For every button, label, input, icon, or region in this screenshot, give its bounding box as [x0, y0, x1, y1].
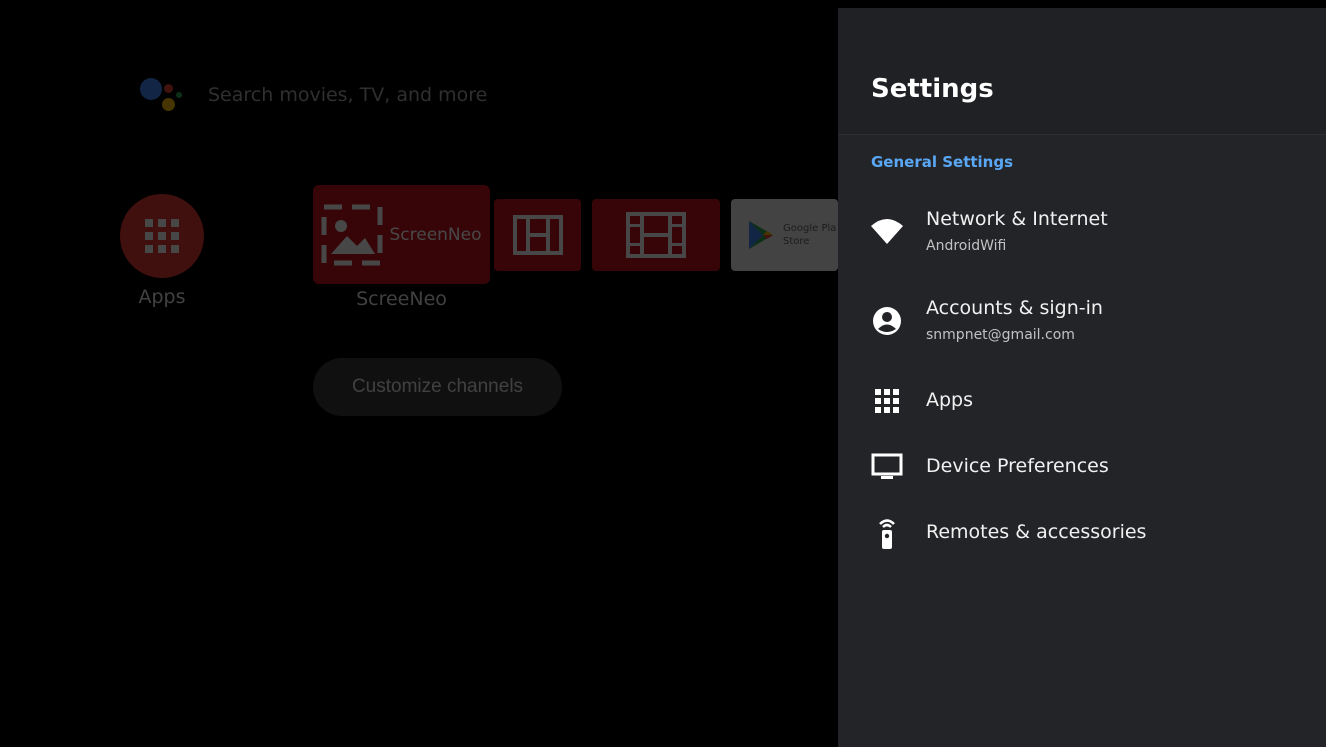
apps-grid-icon [145, 219, 179, 253]
tile-logo-text: ScreenNeo [389, 224, 482, 245]
screenneo-tile[interactable]: ScreenNeo [313, 185, 490, 284]
google-play-store-tile[interactable]: Google Pla Store [731, 199, 838, 271]
settings-item-label: Apps [926, 389, 974, 411]
remote-icon [869, 515, 905, 551]
settings-item-network[interactable]: Network & Internet AndroidWifi [838, 204, 1326, 268]
video-app-tile[interactable] [592, 199, 720, 271]
account-icon [869, 303, 905, 339]
settings-item-label: Network & Internet [926, 208, 1108, 230]
home-screen: Search movies, TV, and more Apps ScreenN… [0, 0, 838, 747]
google-assistant-icon[interactable] [138, 76, 182, 116]
search-input[interactable]: Search movies, TV, and more [208, 84, 487, 106]
settings-item-remotes[interactable]: Remotes & accessories [838, 513, 1326, 553]
settings-item-sub: AndroidWifi [926, 238, 1007, 254]
settings-item-label: Remotes & accessories [926, 521, 1147, 543]
tv-icon [869, 449, 905, 485]
apps-label: Apps [138, 286, 186, 308]
apps-grid-icon [869, 383, 905, 419]
settings-panel: Settings General Settings Network & Inte… [838, 8, 1326, 747]
settings-item-device-preferences[interactable]: Device Preferences [838, 447, 1326, 487]
video-app-tile[interactable] [494, 199, 581, 271]
play-store-label: Store [783, 236, 810, 247]
film-icon [512, 215, 563, 255]
image-icon [321, 204, 383, 265]
film-icon [626, 212, 686, 258]
settings-item-apps[interactable]: Apps [838, 381, 1326, 421]
wifi-icon [869, 214, 905, 250]
customize-channels-button[interactable]: Customize channels [313, 358, 562, 416]
play-store-icon [749, 221, 773, 249]
section-title: General Settings [871, 153, 1014, 171]
settings-item-label: Accounts & sign-in [926, 297, 1103, 319]
settings-item-label: Device Preferences [926, 455, 1109, 477]
play-store-label: Google Pla [783, 223, 837, 234]
settings-item-accounts[interactable]: Accounts & sign-in snmpnet@gmail.com [838, 293, 1326, 357]
tile-label: ScreeNeo [356, 288, 447, 310]
settings-item-sub: snmpnet@gmail.com [926, 327, 1075, 343]
settings-header: Settings [838, 8, 1326, 135]
apps-button[interactable] [120, 194, 204, 278]
settings-title: Settings [871, 74, 994, 104]
